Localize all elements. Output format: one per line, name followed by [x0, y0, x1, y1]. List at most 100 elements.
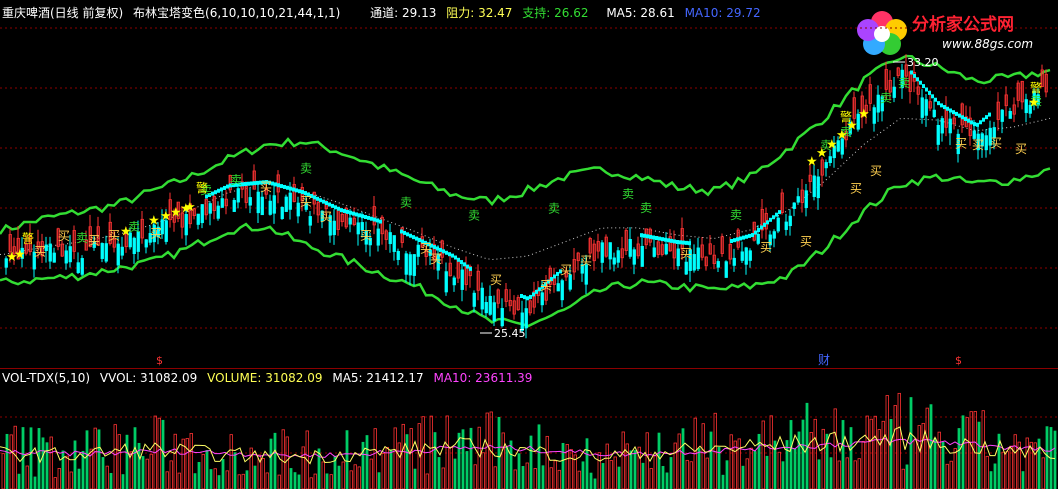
candle-body[interactable]: [664, 243, 668, 255]
volume-bar[interactable]: [585, 438, 589, 489]
volume-bar[interactable]: [961, 415, 965, 489]
candle-body[interactable]: [540, 292, 544, 306]
volume-bar[interactable]: [681, 428, 685, 489]
volume-bar[interactable]: [493, 466, 497, 489]
candle-body[interactable]: [796, 196, 800, 203]
volume-bar[interactable]: [45, 442, 49, 489]
volume-bar[interactable]: [593, 478, 597, 489]
volume-bar[interactable]: [537, 424, 541, 489]
volume-bar[interactable]: [513, 469, 517, 489]
volume-bar[interactable]: [389, 449, 393, 489]
candle-body[interactable]: [388, 232, 392, 245]
volume-bar[interactable]: [601, 463, 605, 489]
volume-bar[interactable]: [789, 420, 793, 489]
volume-bar[interactable]: [445, 415, 449, 489]
volume-bar[interactable]: [965, 417, 969, 489]
volume-bar[interactable]: [401, 423, 405, 489]
volume-bar[interactable]: [645, 432, 649, 489]
buy-signal[interactable]: 买: [800, 235, 812, 249]
buy-signal[interactable]: 买: [955, 136, 967, 150]
volume-bar[interactable]: [821, 428, 825, 489]
candle-body[interactable]: [80, 258, 84, 275]
candle-body[interactable]: [684, 261, 688, 275]
volume-bar[interactable]: [105, 465, 109, 489]
volume-bar[interactable]: [285, 436, 289, 489]
volume-bar[interactable]: [273, 432, 277, 489]
candle-body[interactable]: [396, 250, 400, 260]
buy-signal[interactable]: 买: [680, 247, 692, 261]
volume-bar[interactable]: [673, 442, 677, 489]
volume-bar[interactable]: [749, 447, 753, 489]
volume-bar[interactable]: [1025, 437, 1029, 489]
volume-bar[interactable]: [361, 441, 365, 489]
volume-bar[interactable]: [577, 470, 581, 489]
candle-body[interactable]: [724, 261, 728, 278]
candle-body[interactable]: [748, 250, 752, 261]
volume-bar[interactable]: [409, 428, 413, 489]
volume-bar[interactable]: [841, 420, 845, 489]
volume-bar[interactable]: [793, 448, 797, 489]
candle-body[interactable]: [272, 195, 276, 214]
candle-body[interactable]: [828, 156, 832, 164]
volume-bar[interactable]: [145, 458, 149, 489]
volume-bar[interactable]: [85, 430, 89, 489]
volume-bar[interactable]: [397, 442, 401, 489]
volume-bar[interactable]: [325, 473, 329, 489]
volume-bar[interactable]: [617, 466, 621, 489]
candle-body[interactable]: [144, 239, 148, 248]
volume-bar[interactable]: [93, 427, 97, 489]
volume-bar[interactable]: [553, 460, 557, 489]
candle-body[interactable]: [52, 252, 56, 263]
volume-bar[interactable]: [989, 471, 993, 489]
price-chart[interactable]: 买买买买买买买买买买买买 买买买买买买买买买买买买卖卖卖卖卖卖卖卖卖卖 卖卖卖卖卖卖…: [0, 0, 1058, 368]
volume-bar[interactable]: [777, 451, 781, 489]
candle-body[interactable]: [892, 86, 896, 98]
volume-bar[interactable]: [969, 411, 973, 489]
volume-bar[interactable]: [149, 453, 153, 489]
volume-bar[interactable]: [697, 448, 701, 489]
volume-bar[interactable]: [857, 458, 861, 489]
volume-bar[interactable]: [165, 471, 169, 489]
volume-bar[interactable]: [125, 434, 129, 489]
volume-bar[interactable]: [837, 460, 841, 489]
volume-bar[interactable]: [113, 424, 117, 489]
volume-bar[interactable]: [957, 428, 961, 489]
candle-body[interactable]: [256, 191, 260, 214]
candle-body[interactable]: [940, 118, 944, 134]
candle-body[interactable]: [268, 200, 272, 215]
candle-body[interactable]: [632, 249, 636, 265]
candle-body[interactable]: [76, 262, 80, 273]
volume-bar[interactable]: [221, 458, 225, 489]
volume-bar[interactable]: [353, 464, 357, 489]
candle-body[interactable]: [616, 250, 620, 263]
candle-body[interactable]: [948, 118, 952, 134]
buy-signal[interactable]: 买: [430, 252, 442, 266]
volume-bar[interactable]: [669, 457, 673, 489]
volume-bar[interactable]: [953, 448, 957, 489]
candle-body[interactable]: [408, 254, 412, 276]
candle-body[interactable]: [232, 199, 236, 212]
volume-chart[interactable]: [0, 387, 1058, 489]
volume-bar[interactable]: [345, 430, 349, 489]
volume-bar[interactable]: [657, 432, 661, 489]
candle-body[interactable]: [1000, 109, 1004, 122]
sell-signal[interactable]: 卖: [730, 208, 742, 222]
candle-body[interactable]: [628, 239, 632, 257]
candle-body[interactable]: [500, 308, 504, 327]
volume-bar[interactable]: [213, 468, 217, 489]
volume-bar[interactable]: [653, 455, 657, 489]
candle-body[interactable]: [392, 235, 396, 252]
buy-signal[interactable]: 买: [108, 229, 120, 243]
volume-bar[interactable]: [217, 475, 221, 489]
volume-bar[interactable]: [17, 473, 21, 489]
sell-signal[interactable]: 卖: [548, 201, 560, 215]
candle-body[interactable]: [772, 231, 776, 239]
candle-body[interactable]: [612, 257, 616, 265]
volume-bar[interactable]: [441, 467, 445, 489]
volume-bar[interactable]: [209, 469, 213, 489]
warning-signal[interactable]: 警: [22, 230, 34, 245]
sell-signal[interactable]: 卖: [468, 209, 480, 223]
volume-bar[interactable]: [61, 450, 65, 489]
buy-signal[interactable]: 买: [870, 164, 882, 178]
candle-body[interactable]: [788, 215, 792, 227]
